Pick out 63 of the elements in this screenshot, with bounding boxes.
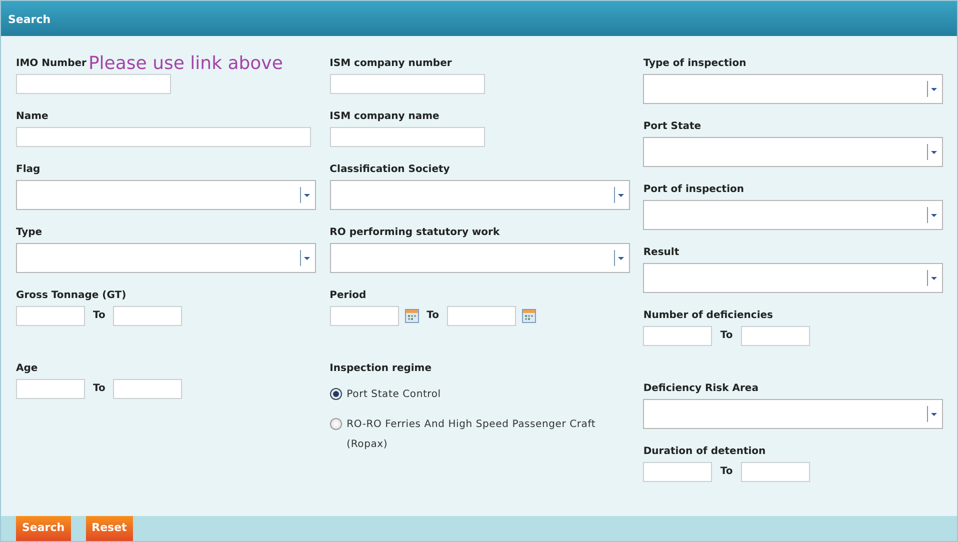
field-label: Period (330, 290, 366, 302)
to-label: To (93, 310, 106, 322)
field-label: Gross Tonnage (GT) (16, 290, 126, 302)
input-field[interactable] (330, 127, 485, 147)
to-label: To (720, 466, 733, 478)
field-label: Age (16, 363, 38, 375)
input-field[interactable] (113, 379, 182, 399)
calendar-icon[interactable] (522, 309, 536, 323)
caret-icon (300, 187, 312, 203)
to-label: To (93, 383, 106, 395)
input-field[interactable] (643, 326, 712, 346)
field-label: Classification Society (330, 164, 450, 176)
dropdown-field[interactable] (330, 180, 630, 210)
caret-icon (614, 187, 626, 203)
field-label: Port of inspection (643, 184, 744, 196)
input-field[interactable] (740, 462, 810, 482)
input-field[interactable] (643, 462, 712, 482)
input-field[interactable] (16, 306, 85, 326)
dropdown-field[interactable] (643, 137, 944, 167)
dropdown-field[interactable] (643, 200, 944, 230)
input-field[interactable] (447, 306, 516, 326)
dropdown-field[interactable] (643, 263, 944, 293)
field-label: ISM company number (330, 58, 452, 70)
caret-icon (927, 270, 940, 286)
input-field[interactable] (113, 306, 182, 326)
to-label: To (720, 330, 733, 342)
panel-title: Search (8, 13, 51, 26)
field-label: Inspection regime (330, 363, 432, 375)
dropdown-field[interactable] (16, 243, 316, 273)
caret-icon (614, 250, 626, 266)
field-label: Port State (643, 121, 702, 133)
input-field[interactable] (16, 74, 171, 94)
input-field[interactable] (330, 74, 485, 94)
field-label: Number of deficiencies (643, 310, 774, 322)
to-label: To (426, 310, 440, 322)
dropdown-field[interactable] (643, 399, 944, 429)
field-label: Type (16, 227, 42, 239)
radio-button[interactable] (330, 388, 342, 400)
input-field[interactable] (16, 127, 311, 147)
dropdown-field[interactable] (16, 180, 316, 210)
radio-label[interactable]: Port State Control (346, 385, 441, 405)
radio-label[interactable]: RO-RO Ferries And High Speed Passenger Craft (Ropax) (346, 415, 637, 455)
field-label: Deficiency Risk Area (643, 383, 758, 395)
field-label: Result (643, 247, 680, 259)
input-field[interactable] (16, 379, 85, 399)
input-field[interactable] (740, 326, 810, 346)
field-label: IMO Number (16, 58, 86, 70)
field-label: Type of inspection (643, 58, 746, 70)
caret-icon (927, 81, 940, 97)
dropdown-field[interactable] (330, 243, 630, 273)
field-label: Name (16, 111, 48, 123)
field-label: Flag (16, 164, 40, 176)
dropdown-field[interactable] (643, 74, 944, 104)
caret-icon (927, 144, 940, 160)
field-label: ISM company name (330, 111, 440, 123)
radio-button[interactable] (330, 418, 342, 430)
field-label: RO performing statutory work (330, 227, 500, 239)
caret-icon (927, 406, 940, 422)
input-field[interactable] (330, 306, 399, 326)
caret-icon (927, 207, 940, 223)
field-label: Duration of detention (643, 446, 766, 458)
calendar-icon[interactable] (404, 309, 419, 323)
caret-icon (300, 250, 312, 266)
